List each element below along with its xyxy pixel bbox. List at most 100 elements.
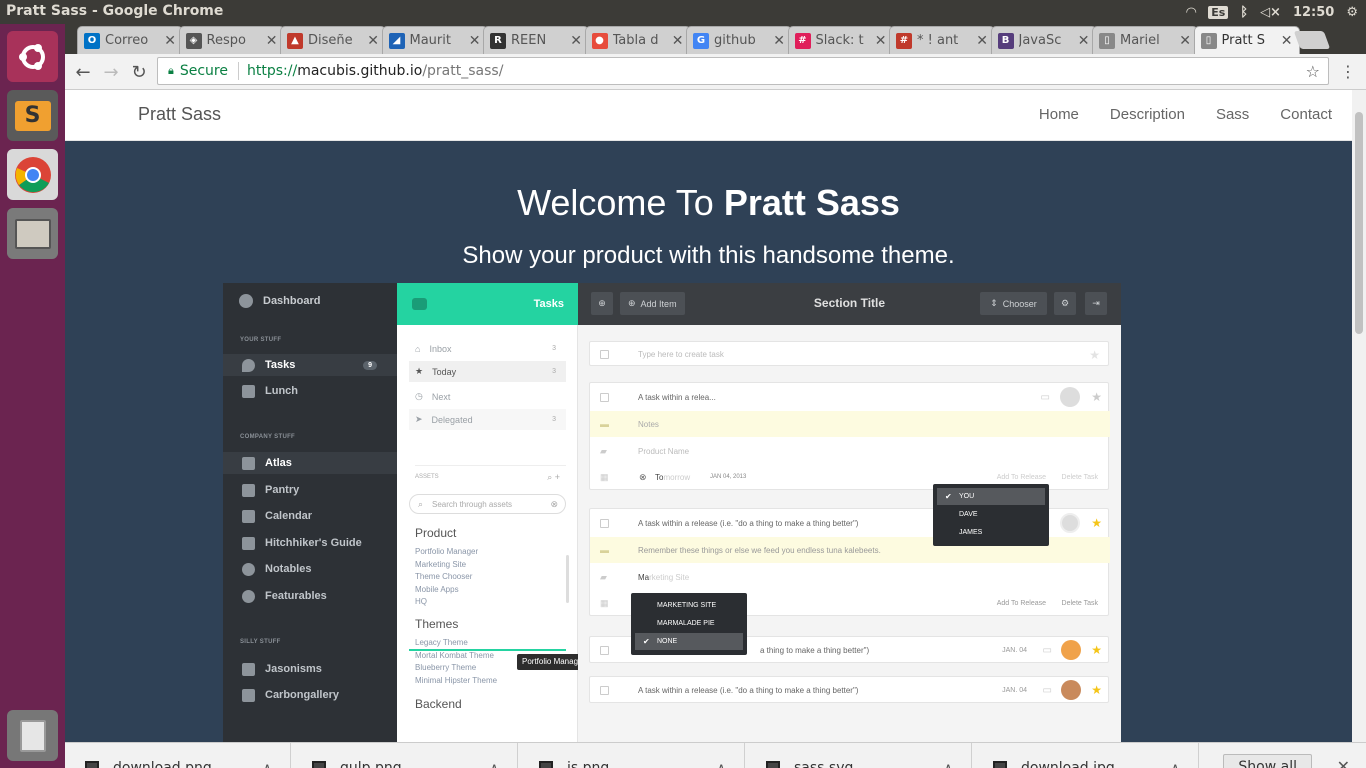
close-tab-icon[interactable]: ✕ xyxy=(976,33,988,49)
nav-contact[interactable]: Contact xyxy=(1280,106,1332,123)
address-bar[interactable]: 🔒︎ Secure https://macubis.github.io/prat… xyxy=(157,57,1329,85)
settings-gear-icon[interactable]: ⚙ xyxy=(1054,292,1076,315)
chevron-up-icon[interactable]: ∧ xyxy=(489,761,499,768)
product-row[interactable]: ▰ Product Name xyxy=(590,438,1110,464)
comment-icon[interactable]: ▭ xyxy=(1043,685,1052,696)
back-button[interactable]: ← xyxy=(71,60,95,84)
project-option-marketing-site[interactable]: MARKETING SITE xyxy=(635,597,743,614)
page-scrollbar[interactable] xyxy=(1352,90,1366,742)
delete-task-link[interactable]: Delete Task xyxy=(1062,600,1098,607)
assign-user-icon[interactable] xyxy=(1060,387,1080,407)
assign-option-james[interactable]: JAMES xyxy=(937,524,1045,541)
star-icon[interactable]: ★ xyxy=(1091,643,1102,657)
project-row[interactable]: ▰ Marketing Site xyxy=(590,564,1110,590)
group-product[interactable]: Product xyxy=(415,526,456,540)
tab-3[interactable]: ▲ Diseñe ✕ xyxy=(280,26,386,54)
assign-option-you[interactable]: ✔ YOU xyxy=(937,488,1045,505)
tab-12[interactable]: ▯ Pratt S ✕ xyxy=(1193,26,1300,54)
clear-date-icon[interactable]: ⊗ xyxy=(639,472,647,483)
logout-icon[interactable]: ⇥ xyxy=(1085,292,1107,315)
scrollbar-thumb[interactable] xyxy=(1355,112,1363,334)
project-option-none[interactable]: ✔ NONE xyxy=(635,633,743,650)
sidebar-item-featurables[interactable]: Featurables xyxy=(223,585,397,607)
ubuntu-logo-icon[interactable] xyxy=(7,31,58,82)
filter-delegated[interactable]: ➤ Delegated 3 xyxy=(409,409,566,430)
chevron-up-icon[interactable]: ∧ xyxy=(716,761,726,768)
close-tab-icon[interactable]: ✕ xyxy=(164,33,176,49)
project-option-marmalade-pie[interactable]: MARMALADE PIE xyxy=(635,615,743,632)
project-input[interactable]: Marketing Site xyxy=(638,573,689,582)
asset-minimal-hipster-theme[interactable]: Minimal Hipster Theme xyxy=(415,675,497,688)
group-themes[interactable]: Themes xyxy=(415,617,458,631)
due-input[interactable]: Tomorrow xyxy=(655,473,690,482)
chevron-up-icon[interactable]: ∧ xyxy=(262,761,272,768)
assets-scrollbar[interactable] xyxy=(566,555,569,603)
star-icon[interactable]: ★ xyxy=(1091,683,1102,697)
sublime-text-icon[interactable]: S xyxy=(7,90,58,141)
asset-marketing-site[interactable]: Marketing Site xyxy=(415,559,478,572)
asset-mobile-apps[interactable]: Mobile Apps xyxy=(415,584,478,597)
reload-button[interactable]: ↻ xyxy=(127,60,151,84)
task-checkbox[interactable] xyxy=(600,645,609,655)
task-card-4[interactable]: A task within a release (i.e. "do a thin… xyxy=(589,676,1109,703)
avatar[interactable] xyxy=(1061,640,1081,660)
dashboard-link[interactable]: Dashboard xyxy=(239,294,320,308)
forward-button[interactable]: → xyxy=(99,60,123,84)
sidebar-item-calendar[interactable]: Calendar xyxy=(223,505,397,527)
new-task-input[interactable]: Type here to create task ★ xyxy=(589,341,1109,366)
close-tab-icon[interactable]: ✕ xyxy=(367,33,379,49)
tab-8[interactable]: # Slack: t ✕ xyxy=(787,26,894,54)
comment-icon[interactable]: ▭ xyxy=(1043,645,1052,656)
bookmark-star-icon[interactable]: ☆ xyxy=(1306,62,1320,81)
filter-today[interactable]: ★ Today 3 xyxy=(409,361,566,382)
tab-9[interactable]: # * ! ant ✕ xyxy=(889,26,995,54)
show-all-button[interactable]: Show all xyxy=(1223,754,1312,768)
asset-blueberry-theme[interactable]: Blueberry Theme xyxy=(415,662,497,675)
star-icon[interactable]: ★ xyxy=(1089,348,1100,362)
chrome-icon[interactable] xyxy=(7,149,58,200)
nav-sass[interactable]: Sass xyxy=(1216,106,1249,123)
add-to-release-link[interactable]: Add To Release xyxy=(997,600,1046,607)
sidebar-item-atlas[interactable]: Atlas xyxy=(223,452,397,474)
group-backend[interactable]: Backend xyxy=(415,697,462,711)
notes-row[interactable]: ▬ Notes xyxy=(590,411,1110,437)
download-item[interactable]: js.png ∧ xyxy=(519,743,745,768)
sidebar-item-tasks[interactable]: Tasks 9 xyxy=(223,354,397,376)
assign-option-dave[interactable]: DAVE xyxy=(937,506,1045,523)
close-tab-icon[interactable]: ✕ xyxy=(1281,33,1293,49)
asset-search-input[interactable]: ⌕ Search through assets ⊗ xyxy=(409,494,566,514)
tab-2[interactable]: ◈ Respo ✕ xyxy=(178,26,285,54)
tab-10[interactable]: B JavaSc ✕ xyxy=(990,26,1097,54)
trash-icon[interactable] xyxy=(7,710,58,761)
tab-7[interactable]: Ggithub ✕ xyxy=(686,26,792,54)
close-tab-icon[interactable]: ✕ xyxy=(1179,33,1191,49)
delete-task-link[interactable]: Delete Task xyxy=(1062,474,1098,481)
sidebar-item-notables[interactable]: Notables xyxy=(223,558,397,580)
chevron-up-icon[interactable]: ∧ xyxy=(1170,761,1180,768)
file-manager-icon[interactable] xyxy=(7,208,58,259)
tab-6[interactable]: ● Tabla d ✕ xyxy=(584,26,691,54)
close-tab-icon[interactable]: ✕ xyxy=(773,33,785,49)
asset-mortal-kombat-theme[interactable]: Mortal Kombat Theme xyxy=(415,650,497,663)
download-item[interactable]: gulp.png ∧ xyxy=(292,743,518,768)
new-tab-button[interactable] xyxy=(1293,31,1331,49)
asset-hq[interactable]: HQ xyxy=(415,596,478,609)
sidebar-item-jasonisms[interactable]: Jasonisms xyxy=(223,658,397,680)
nav-home[interactable]: Home xyxy=(1039,106,1079,123)
nav-description[interactable]: Description xyxy=(1110,106,1185,123)
comment-icon[interactable]: ▭ xyxy=(1041,392,1050,403)
clear-icon[interactable]: ⊗ xyxy=(550,499,558,510)
volume-icon[interactable]: ◁× xyxy=(1260,5,1281,20)
tab-5[interactable]: R REEN ✕ xyxy=(483,26,589,54)
wifi-icon[interactable]: ◠ xyxy=(1186,5,1196,20)
search-add-icons[interactable]: ⌕ + xyxy=(547,472,560,483)
task-checkbox[interactable] xyxy=(600,685,609,695)
chrome-menu-icon[interactable]: ⋮ xyxy=(1340,62,1356,81)
sidebar-item-lunch[interactable]: Lunch xyxy=(223,380,397,402)
sidebar-item-hitchhikers-guide[interactable]: Hitchhiker's Guide xyxy=(223,532,397,554)
close-tab-icon[interactable]: ✕ xyxy=(1078,33,1090,49)
tab-1[interactable]: O Correo ✕ xyxy=(77,26,183,54)
star-icon[interactable]: ★ xyxy=(1091,390,1102,404)
sidebar-item-carbongallery[interactable]: Carbongallery xyxy=(223,684,397,706)
gear-icon[interactable]: ⚙ xyxy=(1346,5,1358,20)
